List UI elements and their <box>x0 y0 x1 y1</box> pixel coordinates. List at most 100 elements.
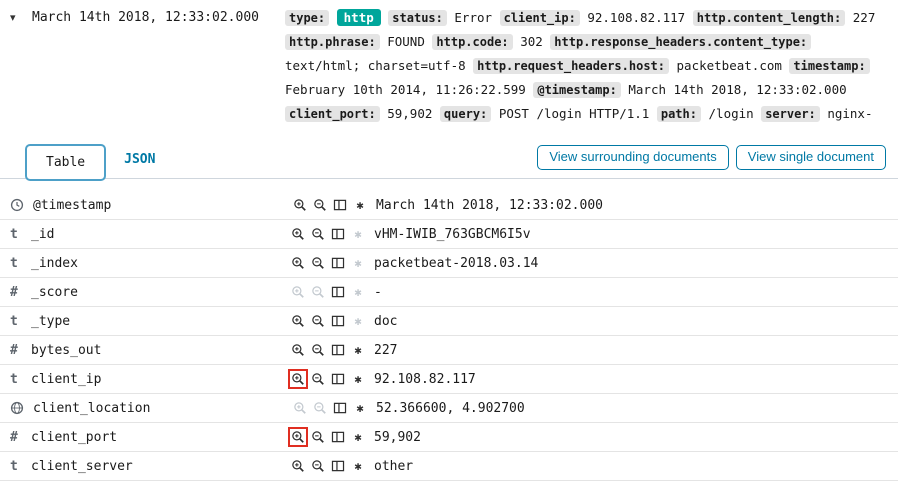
text-field-icon: t <box>0 227 22 242</box>
summary-field-value: text/html; charset=utf-8 <box>285 58 466 73</box>
toggle-column-icon[interactable] <box>328 456 348 476</box>
summary-field-label: type: <box>285 10 329 26</box>
view-surrounding-documents-button[interactable]: View surrounding documents <box>537 145 728 170</box>
summary-field-label: @timestamp: <box>533 82 620 98</box>
filter-for-field-present-icon[interactable]: ✱ <box>350 195 370 215</box>
toggle-column-icon[interactable] <box>328 340 348 360</box>
geo-point-icon <box>0 401 24 415</box>
field-actions: ✱ <box>288 253 374 273</box>
field-name: _id <box>22 227 288 242</box>
text-field-icon: t <box>0 256 22 271</box>
text-field-icon: t <box>0 314 22 329</box>
filter-out-value-icon <box>310 398 330 418</box>
filter-for-value-icon[interactable] <box>288 427 308 447</box>
number-field-icon: # <box>0 430 22 445</box>
filter-for-field-present-icon[interactable]: ✱ <box>348 427 368 447</box>
table-row: #bytes_out✱227 <box>0 336 898 365</box>
filter-for-value-icon[interactable] <box>288 369 308 389</box>
filter-out-value-icon[interactable] <box>308 311 328 331</box>
toggle-column-icon[interactable] <box>328 311 348 331</box>
text-field-icon: t <box>0 459 22 474</box>
summary-field-label: query: <box>440 106 491 122</box>
filter-out-value-icon[interactable] <box>308 456 328 476</box>
filter-for-value-icon[interactable] <box>290 195 310 215</box>
field-actions: ✱ <box>288 282 374 302</box>
field-actions: ✱ <box>290 398 376 418</box>
table-row: client_location ✱ 52.366600, 4.902700 <box>0 394 898 423</box>
field-value: packetbeat-2018.03.14 <box>374 256 898 271</box>
filter-for-field-present-icon: ✱ <box>348 253 368 273</box>
filter-out-value-icon[interactable] <box>308 369 328 389</box>
toggle-column-icon[interactable] <box>328 224 348 244</box>
summary-field-label: client_ip: <box>500 10 580 26</box>
summary-field-value: POST /login HTTP/1.1 <box>499 106 650 121</box>
toggle-column-icon[interactable] <box>330 195 350 215</box>
field-name: _score <box>22 285 288 300</box>
field-value: 59,902 <box>374 430 898 445</box>
filter-out-value-icon <box>308 282 328 302</box>
view-single-document-button[interactable]: View single document <box>736 145 886 170</box>
table-row: tclient_server✱other <box>0 452 898 481</box>
summary-field-value: Error <box>454 10 492 25</box>
filter-for-value-icon[interactable] <box>288 340 308 360</box>
toggle-column-icon[interactable] <box>328 369 348 389</box>
filter-for-field-present-icon[interactable]: ✱ <box>348 456 368 476</box>
toggle-column-icon[interactable] <box>330 398 350 418</box>
field-actions: ✱ <box>288 456 374 476</box>
toggle-column-icon[interactable] <box>328 282 348 302</box>
field-value: 52.366600, 4.902700 <box>376 401 898 416</box>
field-name: bytes_out <box>22 343 288 358</box>
filter-for-value-icon[interactable] <box>288 311 308 331</box>
filter-for-field-present-icon[interactable]: ✱ <box>348 369 368 389</box>
field-name: client_location <box>24 401 290 416</box>
filter-for-value-icon[interactable] <box>288 456 308 476</box>
clock-icon <box>0 198 24 212</box>
field-name: _type <box>22 314 288 329</box>
filter-for-field-present-icon[interactable]: ✱ <box>348 340 368 360</box>
text-field-icon: t <box>0 372 22 387</box>
filter-for-field-present-icon: ✱ <box>348 224 368 244</box>
summary-field-label: http.phrase: <box>285 34 380 50</box>
detail-tabbar: Table JSON View surrounding documents Vi… <box>0 140 898 179</box>
filter-out-value-icon[interactable] <box>308 340 328 360</box>
field-actions: ✱ <box>288 224 374 244</box>
summary-field-value: http <box>337 9 381 26</box>
document-header: ▾ March 14th 2018, 12:33:02.000 type: ht… <box>0 0 898 126</box>
field-name: client_server <box>22 459 288 474</box>
filter-out-value-icon[interactable] <box>308 253 328 273</box>
summary-field-value: /login <box>709 106 754 121</box>
filter-out-value-icon[interactable] <box>310 195 330 215</box>
collapse-caret-icon[interactable]: ▾ <box>10 6 32 30</box>
document-timestamp: March 14th 2018, 12:33:02.000 <box>32 6 285 30</box>
filter-for-field-present-icon: ✱ <box>348 311 368 331</box>
field-name: @timestamp <box>24 198 290 213</box>
filter-for-field-present-icon[interactable]: ✱ <box>350 398 370 418</box>
filter-for-value-icon <box>290 398 310 418</box>
filter-out-value-icon[interactable] <box>308 224 328 244</box>
summary-field-label: status: <box>388 10 447 26</box>
field-actions: ✱ <box>288 311 374 331</box>
table-row: #_score✱- <box>0 278 898 307</box>
field-actions: ✱ <box>288 427 374 447</box>
filter-for-value-icon[interactable] <box>288 253 308 273</box>
summary-field-label: timestamp: <box>789 58 869 74</box>
tab-table[interactable]: Table <box>25 144 106 181</box>
tab-json[interactable]: JSON <box>106 143 173 176</box>
toggle-column-icon[interactable] <box>328 427 348 447</box>
field-table: @timestamp✱March 14th 2018, 12:33:02.000… <box>0 191 898 481</box>
filter-for-field-present-icon: ✱ <box>348 282 368 302</box>
summary-field-label: http.response_headers.content_type: <box>550 34 811 50</box>
table-row: t_id✱vHM-IWIB_763GBCM6I5v <box>0 220 898 249</box>
toggle-column-icon[interactable] <box>328 253 348 273</box>
summary-field-value: March 14th 2018, 12:33:02.000 <box>628 82 846 97</box>
summary-field-label: http.content_length: <box>693 10 846 26</box>
filter-out-value-icon[interactable] <box>308 427 328 447</box>
field-value: 92.108.82.117 <box>374 372 898 387</box>
field-name: client_ip <box>22 372 288 387</box>
summary-field-value: 302 <box>520 34 543 49</box>
summary-field-label: client_port: <box>285 106 380 122</box>
filter-for-value-icon[interactable] <box>288 224 308 244</box>
table-row: tclient_ip ✱ 92.108.82.117 <box>0 365 898 394</box>
table-row: t_index✱packetbeat-2018.03.14 <box>0 249 898 278</box>
summary-field-value: February 10th 2014, 11:26:22.599 <box>285 82 526 97</box>
